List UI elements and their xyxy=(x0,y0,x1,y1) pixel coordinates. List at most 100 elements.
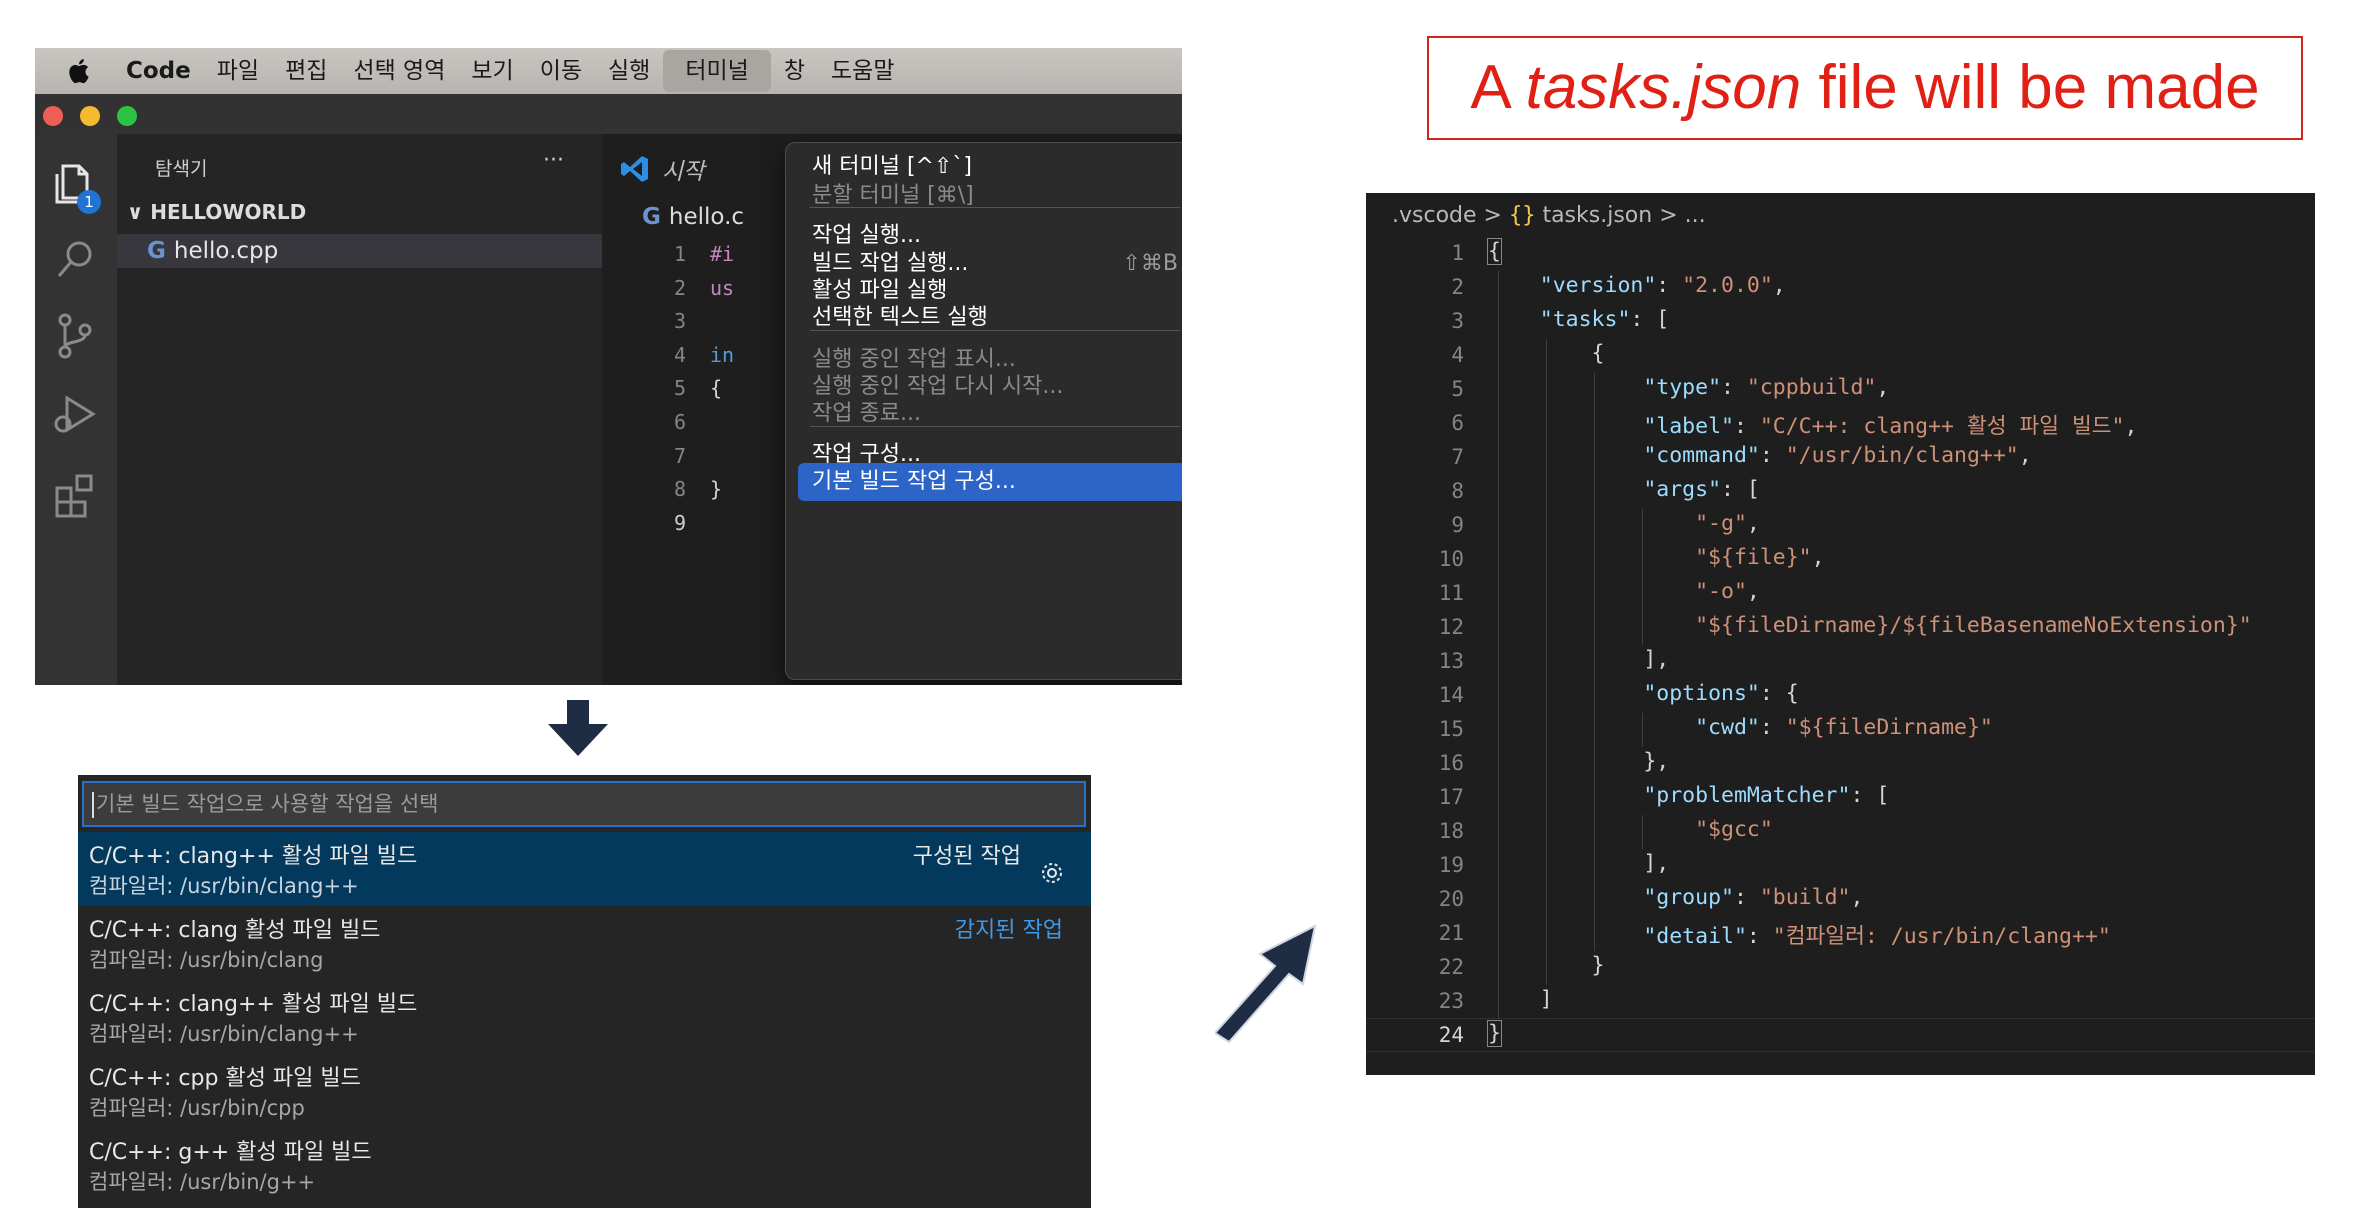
json-punct xyxy=(1488,817,1695,842)
json-punct: , xyxy=(1850,885,1864,910)
close-window-button[interactable] xyxy=(43,106,63,126)
file-item-hello-cpp[interactable]: Ghello.cpp xyxy=(117,234,602,268)
apple-logo-icon[interactable] xyxy=(65,56,95,86)
explorer-sidebar: 탐색기 ··· ∨ HELLOWORLD Ghello.cpp xyxy=(117,134,602,685)
menu-view[interactable]: 보기 xyxy=(458,50,526,92)
menu-item[interactable]: 선택한 텍스트 실행 xyxy=(798,299,1182,337)
json-string: "-g" xyxy=(1695,511,1747,536)
json-string: "cppbuild" xyxy=(1746,375,1877,400)
line-number: 14 xyxy=(1438,683,1464,707)
json-punct: , xyxy=(2124,414,2138,439)
minimize-window-button[interactable] xyxy=(80,106,100,126)
quick-pick-input[interactable]: 기본 빌드 작업으로 사용할 작업을 선택 xyxy=(82,781,1086,827)
quick-pick-item[interactable]: C/C++: clang++ 활성 파일 빌드 컴파일러: /usr/bin/cl… xyxy=(78,980,1091,1054)
code-line: "tasks": [ xyxy=(1488,307,1669,332)
extensions-icon[interactable] xyxy=(49,470,101,522)
line-number: 2 xyxy=(673,275,686,300)
code-line: "problemMatcher": [ xyxy=(1488,783,1889,808)
code-line: ], xyxy=(1488,851,1669,876)
zoom-window-button[interactable] xyxy=(117,106,137,126)
json-punct xyxy=(1488,477,1643,502)
code-line: "version": "2.0.0", xyxy=(1488,273,1786,298)
quick-pick-item-title: C/C++: clang 활성 파일 빌드 xyxy=(89,918,381,943)
folder-helloworld[interactable]: ∨ HELLOWORLD xyxy=(127,200,306,224)
line-number: 10 xyxy=(1438,547,1464,571)
json-punct xyxy=(1488,307,1540,332)
json-key: "detail" xyxy=(1643,924,1747,949)
tab-hello-cpp[interactable]: Ghello.c xyxy=(642,204,744,230)
code-line: { xyxy=(710,376,723,401)
json-punct xyxy=(1488,579,1695,604)
json-string: "$gcc" xyxy=(1695,817,1773,842)
explorer-badge: 1 xyxy=(77,190,101,214)
code-fragment[interactable]: #i us in { } xyxy=(710,238,734,540)
vscode-window: Code 파일 편집 선택 영역 보기 이동 실행 터미널 창 도움말 1 탐색… xyxy=(35,48,1182,685)
json-punct: : xyxy=(1656,273,1683,298)
menu-item-label: 작업 종료... xyxy=(812,401,921,426)
json-punct: , xyxy=(1746,579,1760,604)
menu-edit[interactable]: 편집 xyxy=(272,50,340,92)
current-line-highlight xyxy=(1366,1018,2315,1052)
json-punct: , xyxy=(2018,443,2032,468)
json-punct: { xyxy=(1487,238,1502,265)
breadcrumb-tail[interactable]: ... xyxy=(1685,203,1706,228)
tab-welcome[interactable]: 시작 xyxy=(620,152,704,186)
json-string: "컴파일러: /usr/bin/clang++" xyxy=(1772,924,2111,949)
menu-item-label: 분할 터미널 [⌘\] xyxy=(812,183,974,208)
line-number: 9 xyxy=(1451,513,1464,537)
run-debug-icon[interactable] xyxy=(49,388,101,440)
folder-name: HELLOWORLD xyxy=(150,200,307,224)
line-number: 6 xyxy=(673,409,686,434)
code-line: "cwd": "${fileDirname}" xyxy=(1488,715,1993,740)
json-punct: : xyxy=(1759,443,1786,468)
json-punct: { xyxy=(1488,341,1605,366)
file-name: hello.cpp xyxy=(173,238,279,264)
gear-icon[interactable] xyxy=(1039,860,1065,886)
quick-pick-item[interactable]: C/C++: clang++ 활성 파일 빌드 컴파일러: /usr/bin/cl… xyxy=(78,832,1091,906)
caption-emphasis: tasks.json xyxy=(1525,53,1802,122)
more-actions-icon[interactable]: ··· xyxy=(543,148,564,173)
tab-hello-label: hello.c xyxy=(668,204,745,230)
json-punct: : xyxy=(1721,375,1747,400)
json-punct: } xyxy=(1487,1020,1502,1047)
menu-window[interactable]: 창 xyxy=(771,50,818,92)
code-line: }, xyxy=(1488,749,1669,774)
quick-pick-item-detail: 컴파일러: /usr/bin/clang xyxy=(89,948,324,972)
menu-file[interactable]: 파일 xyxy=(204,50,272,92)
menu-item-label: 선택한 텍스트 실행 xyxy=(812,305,988,330)
menu-item[interactable]: 기본 빌드 작업 구성... xyxy=(798,463,1182,501)
json-punct xyxy=(1488,924,1643,949)
search-icon[interactable] xyxy=(49,234,101,286)
line-number: 19 xyxy=(1438,853,1464,877)
source-control-icon[interactable] xyxy=(49,310,101,362)
json-braces-icon: {} xyxy=(1508,203,1536,228)
menu-item-label: 기본 빌드 작업 구성... xyxy=(812,469,1016,494)
json-string: "2.0.0" xyxy=(1682,273,1773,298)
menu-code[interactable]: Code xyxy=(113,50,204,92)
chevron-down-icon: ∨ xyxy=(127,200,144,224)
quick-pick-item-detail: 컴파일러: /usr/bin/clang++ xyxy=(89,1022,359,1046)
explorer-title: 탐색기 xyxy=(155,158,208,180)
json-key: "label" xyxy=(1643,414,1734,439)
menu-go[interactable]: 이동 xyxy=(527,50,595,92)
quick-pick-item[interactable]: C/C++: cpp 활성 파일 빌드 컴파일러: /usr/bin/cpp xyxy=(78,1054,1091,1128)
menu-selection[interactable]: 선택 영역 xyxy=(340,50,458,92)
menu-run[interactable]: 실행 xyxy=(595,50,663,92)
line-number: 22 xyxy=(1438,955,1464,979)
menu-item-label: 새 터미널 [^⇧`] xyxy=(812,154,972,179)
breadcrumb-folder[interactable]: .vscode xyxy=(1392,203,1477,228)
activity-bar xyxy=(35,134,117,685)
json-punct: : xyxy=(1733,885,1760,910)
menu-help[interactable]: 도움말 xyxy=(818,50,907,92)
quick-pick-item[interactable]: C/C++: g++ 활성 파일 빌드 컴파일러: /usr/bin/g++ xyxy=(78,1128,1091,1202)
breadcrumb-file[interactable]: tasks.json xyxy=(1542,203,1652,228)
quick-pick-item[interactable]: C/C++: clang 활성 파일 빌드컴파일러: /usr/bin/clan… xyxy=(78,906,1091,980)
json-punct xyxy=(1488,681,1643,706)
code-line: } xyxy=(710,477,723,502)
quick-pick-item-detail: 컴파일러: /usr/bin/g++ xyxy=(89,1170,316,1194)
line-number: 1 xyxy=(673,242,686,266)
menu-terminal[interactable]: 터미널 xyxy=(663,50,771,92)
json-key: "cwd" xyxy=(1695,715,1760,740)
